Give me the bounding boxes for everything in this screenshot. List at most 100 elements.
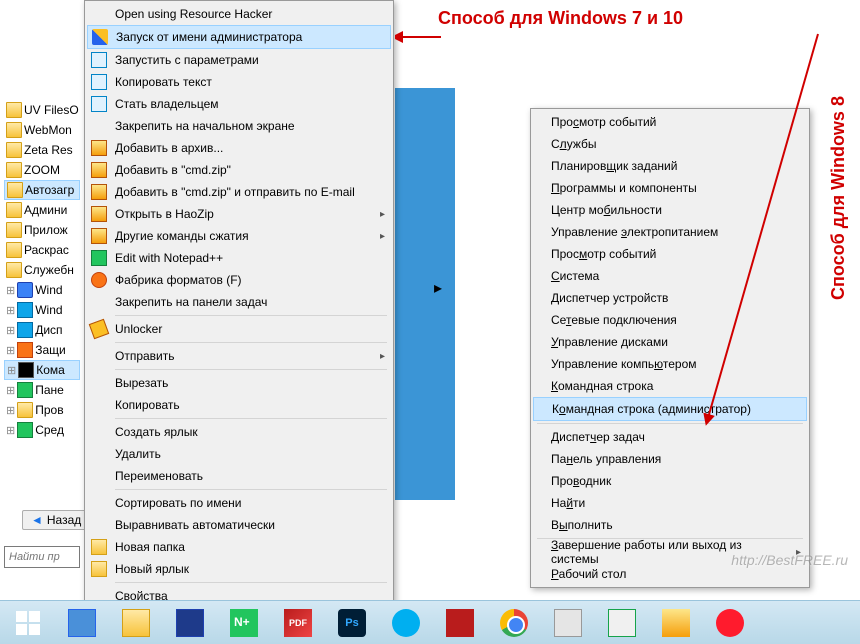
sidebar-item[interactable]: Прилож: [4, 220, 80, 240]
menu-item[interactable]: Добавить в "cmd.zip" и отправить по E-ma…: [87, 181, 391, 203]
menu-item[interactable]: Открыть в HaoZip▸: [87, 203, 391, 225]
taskbar-skype[interactable]: [382, 605, 430, 641]
watermark: http://BestFREE.ru: [731, 552, 848, 568]
menu-item[interactable]: Отправить▸: [87, 345, 391, 367]
taskbar-opera[interactable]: [706, 605, 754, 641]
menu-item[interactable]: Edit with Notepad++: [87, 247, 391, 269]
menu-item[interactable]: Переименовать: [87, 465, 391, 487]
folder-icon: [6, 262, 22, 278]
key-icon: [89, 319, 110, 340]
menu-item[interactable]: Добавить в архив...: [87, 137, 391, 159]
app-icon: [17, 282, 33, 298]
folder-icon: [6, 142, 22, 158]
sidebar-item[interactable]: ⊞Wind: [4, 280, 80, 300]
np-icon: [91, 250, 107, 266]
winx-menu-item[interactable]: Службы: [533, 133, 807, 155]
menu-item[interactable]: Вырезать: [87, 372, 391, 394]
back-label: Назад: [47, 513, 81, 527]
menu-item[interactable]: Закрепить на начальном экране: [87, 115, 391, 137]
menu-item[interactable]: Создать ярлык: [87, 421, 391, 443]
menu-item[interactable]: Закрепить на панели задач: [87, 291, 391, 313]
menu-item[interactable]: Стать владельцем: [87, 93, 391, 115]
start-button[interactable]: [4, 605, 52, 641]
sidebar-item[interactable]: ⊞Wind: [4, 300, 80, 320]
winx-menu-item[interactable]: Сетевые подключения: [533, 309, 807, 331]
winx-menu-item[interactable]: Командная строка: [533, 375, 807, 397]
winx-menu-item[interactable]: Командная строка (администратор): [533, 397, 807, 421]
menu-item[interactable]: Сортировать по имени: [87, 492, 391, 514]
winx-menu-item[interactable]: Программы и компоненты: [533, 177, 807, 199]
menu-item[interactable]: Unlocker: [87, 318, 391, 340]
tree-expand-icon[interactable]: ⊞: [7, 364, 16, 377]
sidebar-item[interactable]: Раскрас: [4, 240, 80, 260]
winx-menu-item[interactable]: Система: [533, 265, 807, 287]
winx-menu-item[interactable]: Найти: [533, 492, 807, 514]
menu-item[interactable]: Выравнивать автоматически: [87, 514, 391, 536]
menu-item[interactable]: Open using Resource Hacker: [87, 3, 391, 25]
winx-menu-item[interactable]: Центр мобильности: [533, 199, 807, 221]
taskbar-monitor[interactable]: [598, 605, 646, 641]
tree-expand-icon[interactable]: ⊞: [6, 404, 15, 417]
taskbar-photoshop[interactable]: Ps: [328, 605, 376, 641]
tree-expand-icon[interactable]: ⊞: [6, 304, 15, 317]
winx-menu-item[interactable]: Диспетчер устройств: [533, 287, 807, 309]
taskbar-app[interactable]: [436, 605, 484, 641]
taskbar-explorer[interactable]: [112, 605, 160, 641]
winx-menu-item[interactable]: Диспетчер задач: [533, 426, 807, 448]
winx-menu-item[interactable]: Управление компьютером: [533, 353, 807, 375]
menu-item[interactable]: Новая папка: [87, 536, 391, 558]
folder-icon: [17, 402, 33, 418]
menu-item[interactable]: Удалить: [87, 443, 391, 465]
tree-expand-icon[interactable]: ⊞: [6, 424, 15, 437]
winx-menu-item[interactable]: Просмотр событий: [533, 243, 807, 265]
taskbar-notepad[interactable]: [220, 605, 268, 641]
menu-item[interactable]: Добавить в "cmd.zip": [87, 159, 391, 181]
diskette-icon: [176, 609, 204, 637]
taskbar-tc[interactable]: [652, 605, 700, 641]
winx-menu-item[interactable]: Планировщик заданий: [533, 155, 807, 177]
tree-expand-icon[interactable]: ⊞: [6, 284, 15, 297]
winx-menu-item[interactable]: Проводник: [533, 470, 807, 492]
shield-icon: [92, 29, 108, 45]
menu-item[interactable]: Запустить с параметрами: [87, 49, 391, 71]
winx-menu-item[interactable]: Выполнить: [533, 514, 807, 536]
sidebar-item[interactable]: WebMon: [4, 120, 80, 140]
folder2-icon: [91, 539, 107, 555]
taskbar-chrome[interactable]: [490, 605, 538, 641]
ff-icon: [91, 272, 107, 288]
sidebar-item[interactable]: ZOOM: [4, 160, 80, 180]
menu-item[interactable]: Другие команды сжатия▸: [87, 225, 391, 247]
menu-item-label: Сетевые подключения: [551, 313, 677, 327]
sidebar-item[interactable]: ⊞Дисп: [4, 320, 80, 340]
tree-expand-icon[interactable]: ⊞: [6, 344, 15, 357]
sidebar-item[interactable]: Zeta Res: [4, 140, 80, 160]
winx-menu-item[interactable]: Управление электропитанием: [533, 221, 807, 243]
sidebar-item-label: Сред: [35, 423, 64, 437]
search-input[interactable]: [4, 546, 80, 568]
sidebar-item[interactable]: UV FilesO: [4, 100, 80, 120]
tree-expand-icon[interactable]: ⊞: [6, 384, 15, 397]
winx-menu-item[interactable]: Панель управления: [533, 448, 807, 470]
sidebar-item[interactable]: ⊞Защи: [4, 340, 80, 360]
sidebar-item[interactable]: ⊞Кома: [4, 360, 80, 380]
taskbar-text[interactable]: [544, 605, 592, 641]
menu-item[interactable]: Копировать: [87, 394, 391, 416]
sidebar-item[interactable]: ⊞Пров: [4, 400, 80, 420]
winx-menu-item[interactable]: Управление дисками: [533, 331, 807, 353]
menu-item[interactable]: Запуск от имени администратора: [87, 25, 391, 49]
winx-menu-item[interactable]: Просмотр событий: [533, 111, 807, 133]
taskbar-save[interactable]: [166, 605, 214, 641]
sidebar-item[interactable]: ⊞ Сред: [4, 420, 80, 440]
sidebar-item[interactable]: Админи: [4, 200, 80, 220]
menu-item[interactable]: Копировать текст: [87, 71, 391, 93]
sidebar-item[interactable]: Автозагр: [4, 180, 80, 200]
taskbar-pdf[interactable]: PDF: [274, 605, 322, 641]
tree-expand-icon[interactable]: ⊞: [6, 324, 15, 337]
back-button[interactable]: ◄ Назад: [22, 510, 90, 530]
taskbar-calculator[interactable]: [58, 605, 106, 641]
menu-item[interactable]: Фабрика форматов (F): [87, 269, 391, 291]
sidebar-item[interactable]: Служебн: [4, 260, 80, 280]
menu-item[interactable]: Новый ярлык: [87, 558, 391, 580]
menu-item-label: Копировать: [115, 398, 180, 412]
sidebar-item[interactable]: ⊞Пане: [4, 380, 80, 400]
